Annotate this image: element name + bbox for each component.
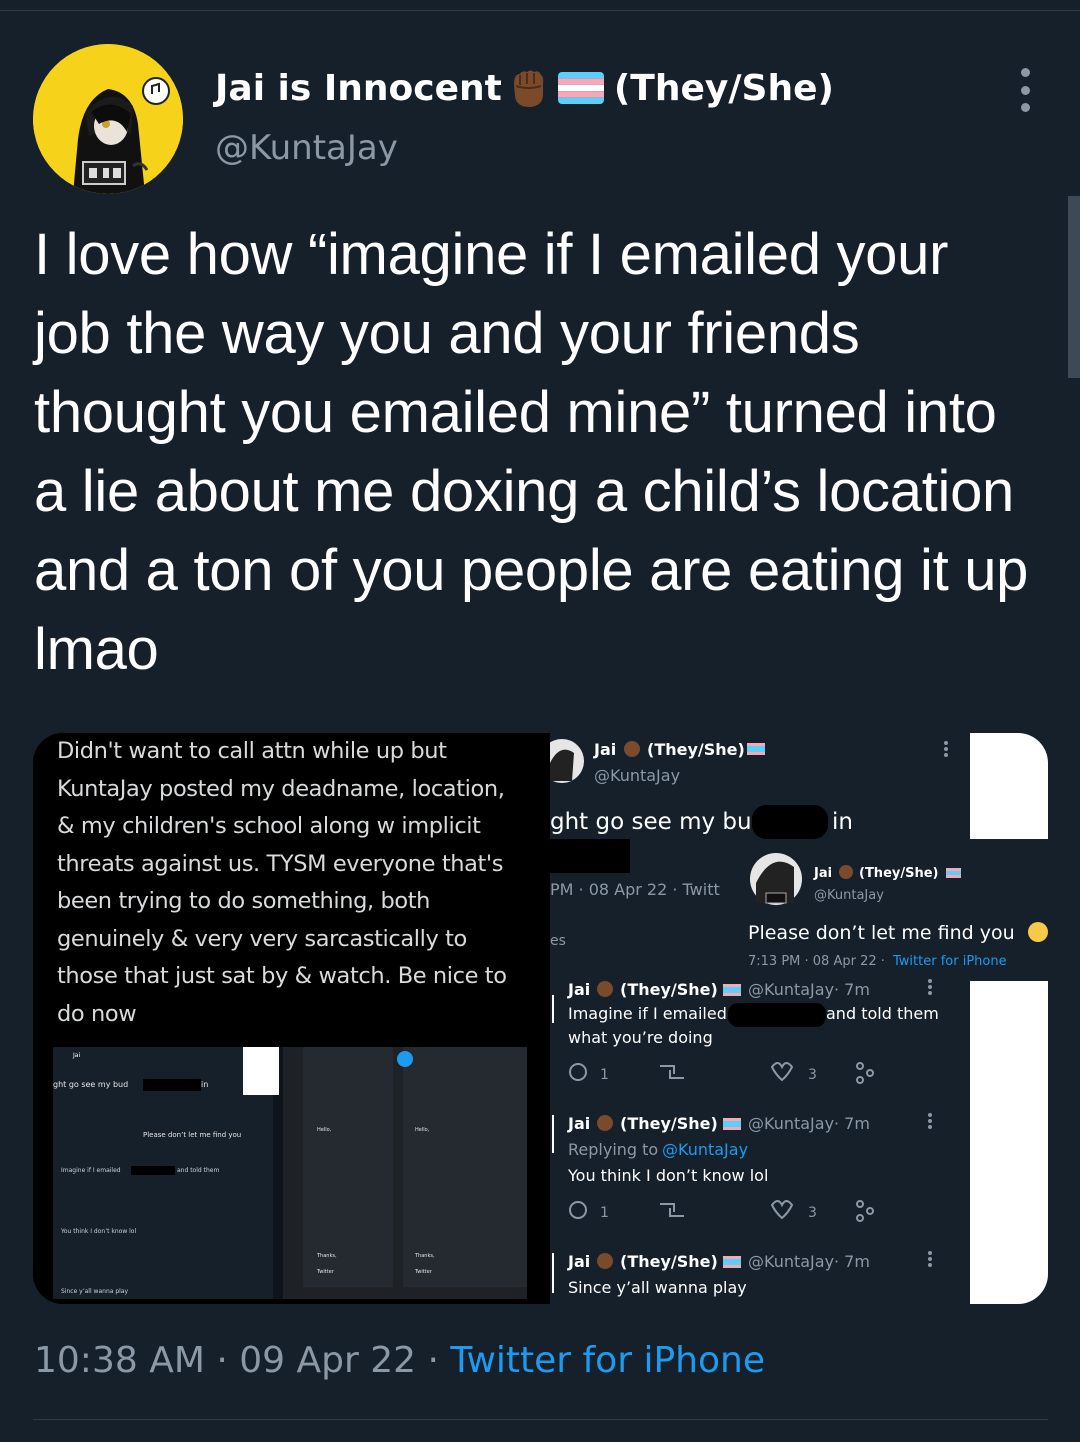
media-left-screenshot: Didn't want to call attn while up but Ku… (33, 733, 529, 1304)
svg-text:You think I don’t know lol: You think I don’t know lol (60, 1228, 136, 1235)
svg-text:@KuntaJay: @KuntaJay (748, 980, 834, 999)
svg-text:in: in (832, 809, 853, 835)
svg-text:@KuntaJay: @KuntaJay (814, 888, 884, 903)
svg-text:and told them: and told them (177, 1167, 219, 1174)
svg-text:Since y’all wanna play: Since y’all wanna play (568, 1278, 747, 1297)
more-options-icon[interactable] (1012, 68, 1038, 112)
svg-text:Twitter: Twitter (414, 1269, 433, 1275)
svg-text:Jai: Jai (813, 866, 832, 881)
screenshot-quoted-text: Didn't want to call attn while up but Ku… (57, 738, 507, 1027)
svg-text:7:13 PM · 08 Apr 22 ·: 7:13 PM · 08 Apr 22 · (748, 954, 885, 969)
mini-name: Jai (72, 1052, 80, 1059)
svg-text:what you’re doing: what you’re doing (568, 1028, 713, 1047)
svg-text:Thanks,: Thanks, (414, 1253, 435, 1259)
svg-text:@KuntaJay: @KuntaJay (748, 1114, 834, 1133)
svg-text:Hello,: Hello, (415, 1127, 430, 1133)
svg-text:Imagine if I emailed: Imagine if I emailed (568, 1004, 727, 1023)
tweet-timestamp[interactable]: 10:38 AM · 09 Apr 22 · Twitter for iPhon… (34, 1340, 765, 1381)
svg-text:Hello,: Hello, (317, 1127, 332, 1133)
transgender-flag-emoji-icon (557, 72, 604, 104)
svg-text:1: 1 (600, 1205, 609, 1221)
display-name-text: Jai is Innocent (215, 67, 502, 109)
user-handle[interactable]: @KuntaJay (215, 128, 398, 168)
svg-text:(They/She): (They/She) (647, 740, 745, 759)
media-right-screenshot: Jai (They/She) @KuntaJay ght go see my b… (540, 733, 1048, 1304)
svg-text:Since y’all wanna play: Since y’all wanna play (61, 1288, 128, 1295)
tweet-date: 09 Apr 22 (239, 1340, 417, 1381)
svg-text:Twitter: Twitter (316, 1269, 335, 1275)
svg-text:3: 3 (808, 1067, 817, 1083)
tweet-media-image[interactable]: Didn't want to call attn while up but Ku… (33, 733, 1048, 1304)
svg-text:· 7m: · 7m (834, 1114, 870, 1133)
top-divider (0, 10, 1080, 11)
svg-text:Imagine if I emailed: Imagine if I emailed (61, 1167, 121, 1174)
svg-text:in: in (201, 1080, 208, 1089)
svg-text:Please don’t let me find you: Please don’t let me find you (748, 922, 1015, 944)
svg-text:(They/She): (They/She) (620, 1114, 718, 1133)
svg-text:(They/She): (They/She) (859, 866, 938, 881)
svg-text:1: 1 (600, 1067, 609, 1083)
raised-fist-emoji-icon (506, 66, 550, 110)
bottom-divider (33, 1419, 1048, 1420)
svg-text:Jai: Jai (567, 1252, 590, 1271)
svg-text:ght go see my bud: ght go see my bud (53, 1080, 128, 1089)
svg-text:You think I don’t know lol: You think I don’t know lol (567, 1166, 768, 1185)
svg-text:Twitter for iPhone: Twitter for iPhone (892, 954, 1007, 969)
svg-text:Replying to: Replying to (568, 1140, 658, 1159)
svg-text:3: 3 (808, 1205, 817, 1221)
svg-text:Jai: Jai (567, 980, 590, 999)
svg-text:Please don’t let me find you: Please don’t let me find you (143, 1131, 241, 1139)
display-name[interactable]: Jai is Innocent (They/She) (215, 66, 834, 110)
pronouns-text: (They/She) (613, 67, 834, 109)
svg-text:· 7m: · 7m (834, 980, 870, 999)
separator: · (427, 1340, 439, 1381)
separator: · (216, 1340, 228, 1381)
svg-text:and told them: and told them (826, 1004, 939, 1023)
avatar[interactable] (33, 44, 183, 194)
svg-text:ght go see my bud: ght go see my bud (550, 809, 766, 835)
svg-text:(They/She): (They/She) (620, 980, 718, 999)
svg-text:es: es (550, 933, 566, 949)
tweet-time: 10:38 AM (34, 1340, 205, 1381)
svg-text:@KuntaJay: @KuntaJay (594, 766, 680, 785)
svg-text:Jai: Jai (567, 1114, 590, 1133)
tweet-text: I love how “imagine if I emailed your jo… (34, 222, 1029, 682)
svg-text:Thanks,: Thanks, (316, 1253, 337, 1259)
svg-text:@KuntaJay: @KuntaJay (748, 1252, 834, 1271)
svg-text:PM · 08 Apr 22 · Twitt: PM · 08 Apr 22 · Twitt (550, 880, 720, 899)
nested-screenshot-thumbnail: Jai ght go see my bud in Please don’t le… (53, 1047, 527, 1299)
nested-name: Jai (593, 740, 616, 759)
scrollbar[interactable] (1068, 196, 1080, 378)
svg-text:@KuntaJay: @KuntaJay (662, 1140, 748, 1159)
svg-text:· 7m: · 7m (834, 1252, 870, 1271)
svg-text:(They/She): (They/She) (620, 1252, 718, 1271)
tweet-source-link[interactable]: Twitter for iPhone (450, 1340, 765, 1381)
